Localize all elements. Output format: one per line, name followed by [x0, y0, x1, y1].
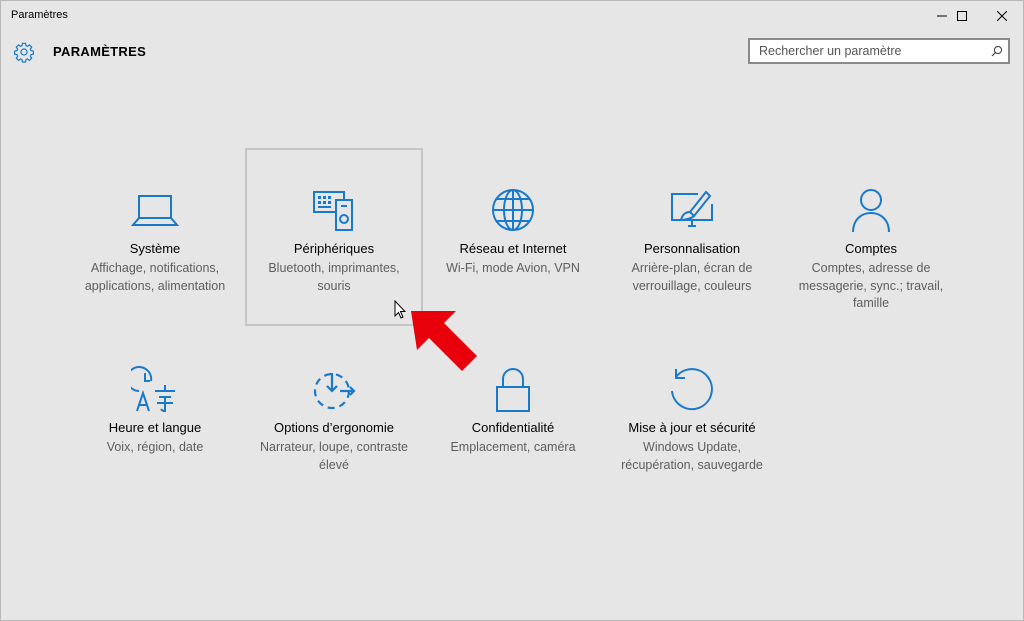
- tile-label: Confidentialité: [471, 420, 555, 435]
- maximize-button[interactable]: [942, 1, 982, 31]
- ease-of-access-icon: [313, 372, 356, 410]
- devices-icon: [313, 191, 353, 231]
- lock-icon: [496, 368, 530, 412]
- laptop-icon: [131, 195, 179, 226]
- tile-systeme[interactable]: Système Affichage, notifications, applic…: [66, 148, 244, 326]
- tile-label: Comptes: [844, 241, 898, 256]
- tile-mise-a-jour[interactable]: Mise à jour et sécurité Windows Update, …: [603, 327, 781, 505]
- tile-ergonomie[interactable]: Options d’ergonomie Narrateur, loupe, co…: [245, 327, 423, 505]
- tile-description: Emplacement, caméra: [450, 440, 576, 454]
- tile-comptes[interactable]: Comptes Comptes, adresse de messagerie, …: [782, 148, 960, 326]
- close-icon: [997, 11, 1007, 21]
- tile-description: Wi-Fi, mode Avion, VPN: [446, 261, 580, 275]
- search-input[interactable]: [750, 40, 989, 62]
- person-icon: [852, 189, 890, 233]
- tile-personnalisation[interactable]: Personnalisation Arrière-plan, écran de …: [603, 148, 781, 326]
- tile-reseau[interactable]: Réseau et Internet Wi-Fi, mode Avion, VP…: [424, 148, 602, 326]
- tile-description: Comptes, adresse de messagerie, sync.; t…: [798, 261, 944, 310]
- tile-description: Narrateur, loupe, contraste élevé: [260, 440, 408, 472]
- tile-description: Windows Update, récupération, sauvegarde: [621, 440, 763, 472]
- globe-icon: [492, 189, 534, 231]
- search-box[interactable]: [748, 38, 1010, 64]
- close-button[interactable]: [982, 1, 1022, 31]
- search-icon[interactable]: [991, 45, 1003, 57]
- tile-label: Options d’ergonomie: [274, 420, 394, 435]
- maximize-icon: [957, 11, 967, 21]
- settings-header: PARAMÈTRES: [1, 31, 1023, 71]
- red-arrow-icon: [411, 311, 477, 371]
- tile-label: Personnalisation: [643, 241, 741, 256]
- tile-description: Voix, région, date: [106, 440, 204, 454]
- tile-label: Heure et langue: [108, 420, 202, 435]
- tile-heure-langue[interactable]: Heure et langue Voix, région, date: [66, 327, 244, 505]
- tile-label: Réseau et Internet: [459, 241, 567, 256]
- time-language-icon: [131, 366, 175, 413]
- tile-description: Bluetooth, imprimantes, souris: [268, 261, 400, 293]
- gear-icon: [14, 42, 34, 63]
- update-icon: [671, 368, 713, 411]
- settings-window: Paramètres PARAMÈTRES Rechercher un para…: [0, 0, 1024, 621]
- tile-description: Affichage, notifications, applications, …: [84, 261, 226, 293]
- title-bar[interactable]: Paramètres: [1, 1, 1023, 31]
- personalization-icon: [671, 190, 713, 227]
- page-title: PARAMÈTRES: [53, 44, 147, 59]
- window-title: Paramètres: [11, 9, 68, 21]
- tile-label: Système: [129, 241, 181, 256]
- tile-label: Périphériques: [293, 241, 375, 256]
- tile-label: Mise à jour et sécurité: [628, 420, 756, 435]
- tile-description: Arrière-plan, écran de verrouillage, cou…: [631, 261, 753, 293]
